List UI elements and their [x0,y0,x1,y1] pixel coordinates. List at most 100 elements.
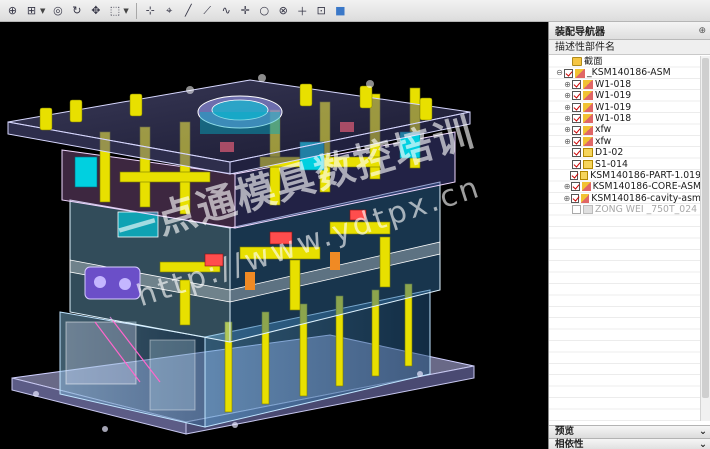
tree-row-label: ZONG WEI _750T_024 [595,204,698,216]
tree-row[interactable]: ⊕ xfw [549,124,701,135]
fit-icon[interactable]: ⌖ [161,2,178,19]
visibility-checkbox[interactable] [572,125,581,135]
assembly-icon [583,91,593,101]
tree-row-label: W1-018 [595,112,632,124]
dependencies-section-label: 相依性 [555,439,584,449]
tree-row-label: W1-018 [595,78,632,90]
assembly-icon [583,79,593,89]
visibility-checkbox[interactable] [570,193,579,203]
assembly-icon[interactable]: ⊡ [313,2,330,19]
chevron-down-icon: ⌄ [699,439,707,449]
select-icon[interactable]: ⊕ [4,2,21,19]
tree-row-label: _KSM140186-ASM [587,67,671,79]
zoom-icon[interactable]: ◎ [49,2,66,19]
panel-header: 装配导航器 ⊕ [549,22,710,40]
preview-section-label: 预览 [555,426,575,437]
tree-row-label: W1-019 [595,101,632,113]
part-icon [583,148,593,158]
target-icon[interactable]: ⊗ [275,2,292,19]
assembly-icon [580,193,590,203]
pan-icon[interactable]: ✥ [87,2,104,19]
tree-row[interactable]: ⊕ W1-018 [549,113,701,124]
expand-icon[interactable]: ⊕ [563,102,572,113]
expand-icon[interactable]: ⊕ [563,136,572,147]
assembly-icon [583,125,593,135]
tree-row-label: KSM140186-CORE-ASM [592,181,701,193]
expand-icon[interactable]: ⊕ [563,79,572,90]
toolbar: ⊕ ⊞ ▼ ◎ ↻ ✥ ⬚ ▼ ⊹ ⌖ ╱ ⟋ ∿ ✛ ○ ⊗ ＋ ⊡ ■ [0,0,710,22]
line-icon[interactable]: ╱ [180,2,197,19]
expand-icon[interactable]: ⊕ [563,193,571,204]
panel-title: 装配导航器 [555,27,605,38]
circle-icon[interactable]: ○ [256,2,273,19]
preview-section[interactable]: 预览 ⌄ [549,425,710,438]
tree-row[interactable]: ⊕ W1-019 [549,102,701,113]
chevron-down-icon: ⌄ [699,426,707,437]
tree-row-label: W1-019 [595,90,632,102]
tree-row-label: KSM140186-PART-1.019 [590,169,701,181]
visibility-checkbox[interactable] [570,171,578,181]
assembly-tree: 截面 ⊖ _KSM140186-ASM ⊕ W1-018 ⊕ W1-019 ⊕ W1-019 ⊕ W… [549,56,701,421]
constraint-icon[interactable]: ⟋ [199,2,216,19]
dependencies-section[interactable]: 相依性 ⌄ [549,438,710,449]
part-icon [583,159,593,169]
tree-row[interactable]: KSM140186-PART-1.019 [549,170,701,181]
expand-icon[interactable]: ⊕ [563,181,571,192]
visibility-checkbox[interactable] [572,114,581,124]
part-icon [579,171,589,181]
view-icon[interactable]: ⬚ [106,2,123,19]
visibility-checkbox[interactable] [572,205,581,215]
folder-icon [572,57,582,67]
tree-row[interactable]: ⊕ xfw [549,136,701,147]
scrollbar-thumb[interactable] [702,58,709,398]
view-caret-icon[interactable]: ▼ [123,7,128,15]
tree-row[interactable]: ⊕ KSM140186-CORE-ASM [549,181,701,192]
assembly-icon [583,102,593,112]
tree-row-label: xfw [595,124,612,136]
tree-row[interactable]: 截面 [549,56,701,67]
tree-row[interactable]: S1-014 [549,159,701,170]
assembly-icon [575,68,585,78]
dropdown-caret-icon[interactable]: ▼ [40,7,45,15]
graphics-viewport[interactable]: 一点通模具数控培训 http://www.ydtpx.cn [0,22,548,449]
expand-icon[interactable]: ⊕ [563,124,572,135]
visibility-checkbox[interactable] [572,102,581,112]
visibility-checkbox[interactable] [571,182,580,192]
tree-row[interactable]: ⊖ _KSM140186-ASM [549,67,701,78]
tree-row-label: KSM140186-cavity-asm [591,192,701,204]
plus-icon[interactable]: ＋ [294,2,311,19]
tree-row[interactable]: ⊕ W1-019 [549,90,701,101]
tree-row[interactable]: ⊕ W1-018 [549,79,701,90]
visibility-checkbox[interactable] [564,68,573,78]
collapse-icon[interactable]: ⊖ [555,67,564,78]
unloaded-part-icon [583,205,593,215]
visibility-checkbox[interactable] [572,136,581,146]
visibility-checkbox[interactable] [572,148,581,158]
assembly-icon [583,136,593,146]
tree-row[interactable]: ⊕ KSM140186-cavity-asm [549,192,702,204]
tree-row-label: S1-014 [595,158,628,170]
tree-row-label: xfw [595,135,612,147]
snap-icon[interactable]: ⊹ [142,2,159,19]
tree-row-label: 截面 [584,56,603,67]
column-header-part-name[interactable]: 描述性部件名 [549,40,710,55]
rotate-icon[interactable]: ↻ [68,2,85,19]
tree-row[interactable]: ZONG WEI _750T_024 [549,204,701,215]
panel-menu-icon[interactable]: ⊕ [698,26,706,36]
visibility-checkbox[interactable] [572,159,581,169]
expand-icon[interactable]: ⊕ [563,113,572,124]
toolbar-divider [135,2,137,19]
assembly-icon [581,182,591,192]
tree-scrollbar[interactable] [700,56,710,421]
curve-icon[interactable]: ∿ [218,2,235,19]
select-dropdown-icon[interactable]: ⊞ [23,2,40,19]
assembly-navigator-panel: 装配导航器 ⊕ 描述性部件名 截面 ⊖ _KSM140186-ASM ⊕ W1-018 ⊕… [548,22,710,449]
point-icon[interactable]: ✛ [237,2,254,19]
nx-window: ⊕ ⊞ ▼ ◎ ↻ ✥ ⬚ ▼ ⊹ ⌖ ╱ ⟋ ∿ ✛ ○ ⊗ ＋ ⊡ ■ 一点… [0,0,710,449]
expand-icon[interactable]: ⊕ [563,90,572,101]
visibility-checkbox[interactable] [572,79,581,89]
visibility-checkbox[interactable] [572,91,581,101]
assembly-icon [583,114,593,124]
cube-icon[interactable]: ■ [332,2,349,19]
tree-row[interactable]: D1-02 [549,147,701,158]
